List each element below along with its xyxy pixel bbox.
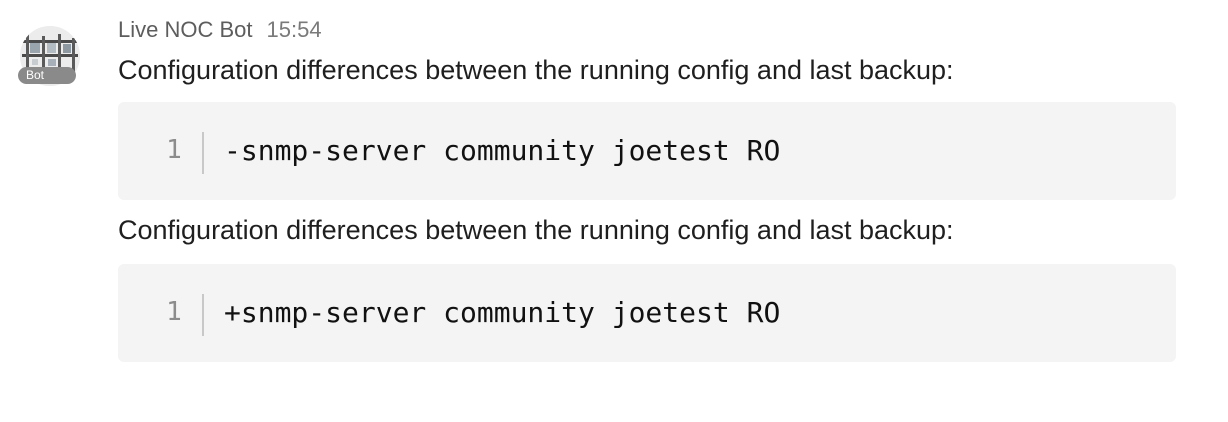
gutter-divider [202,132,204,174]
message-header: Live NOC Bot 15:54 [118,16,322,44]
gutter-divider [202,294,204,336]
sender-name[interactable]: Live NOC Bot [118,17,253,42]
line-number: 1 [166,135,182,165]
code-line: +snmp-server community joetest RO [224,296,781,329]
code-block: 1 +snmp-server community joetest RO [118,264,1176,362]
bot-badge: Bot [18,67,76,84]
chat-message: Bot Live NOC Bot 15:54 Configuration diff… [0,0,1228,422]
code-line: -snmp-server community joetest RO [224,134,781,167]
message-text: Configuration differences between the ru… [118,215,954,245]
message-text: Configuration differences between the ru… [118,55,954,85]
line-number: 1 [166,297,182,327]
code-block: 1 -snmp-server community joetest RO [118,102,1176,200]
message-timestamp: 15:54 [266,17,322,42]
